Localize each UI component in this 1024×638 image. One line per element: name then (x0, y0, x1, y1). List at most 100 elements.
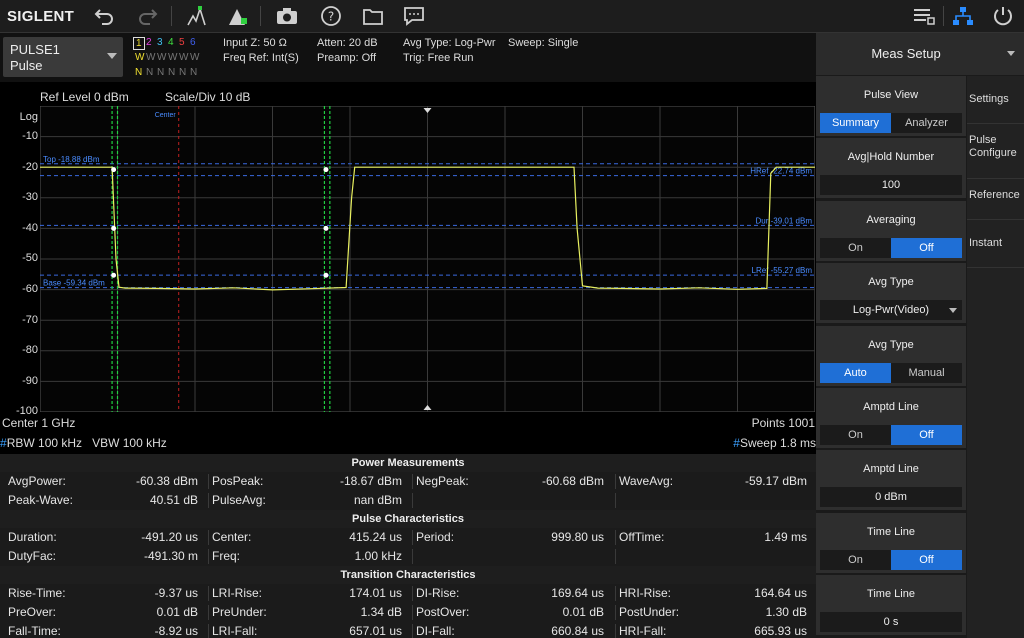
setting-averaging: Averaging On Off (816, 200, 966, 261)
peak-marker-icon[interactable] (185, 5, 209, 27)
value-field[interactable]: 0 dBm (820, 487, 962, 508)
redo-icon[interactable] (135, 5, 159, 27)
power-header: Power Measurements (0, 454, 816, 472)
preamp: Preamp: Off (317, 52, 377, 64)
meas-value: 0.01 dB (156, 605, 198, 619)
tab-settings[interactable]: Settings (967, 93, 1024, 106)
sweep-time[interactable]: #Sweep 1.8 ms (733, 436, 816, 450)
power-icon[interactable] (991, 5, 1015, 27)
lref-ref-label: LRef -55.27 dBm (752, 266, 813, 275)
measurement-table: Power Measurements AvgPower: -60.38 dBm Pos… (0, 454, 816, 638)
trace-number[interactable]: 3 (157, 37, 163, 48)
trace-detector: N (135, 67, 143, 78)
trace-number[interactable]: 1 (133, 37, 145, 50)
trace-mode: W (168, 52, 178, 63)
info-bar: PULSE1 Pulse 1WN2WN3WN4WN5WN6WN Input Z:… (0, 33, 816, 82)
option-auto[interactable]: Auto (820, 362, 891, 383)
option-on[interactable]: On (820, 550, 891, 570)
measurement-point (111, 167, 117, 173)
ref-level: Ref Level 0 dBm (40, 90, 129, 104)
setting-title: Avg Type (868, 338, 914, 351)
y-tick-label: -40 (22, 221, 38, 234)
power-row: AvgPower: -60.38 dBm PosPeak: -18.67 dBm Neg… (0, 472, 816, 491)
vbw-value: VBW 100 kHz (92, 436, 167, 450)
setting-avg-type: Avg Type Auto Manual (816, 325, 966, 386)
trace-number[interactable]: 4 (168, 37, 174, 48)
segmented-toggle[interactable]: On Off (820, 549, 962, 570)
y-tick-label: -70 (22, 313, 38, 326)
folder-icon[interactable] (361, 5, 385, 27)
meas-value: 174.01 us (349, 586, 402, 600)
spectrum-plot[interactable]: Top -18.88 dBm HRef -22.74 dBm Dur -39.01 … (40, 106, 815, 412)
trace-detector: N (179, 67, 187, 78)
measurement-point (111, 225, 117, 231)
option-on[interactable]: On (820, 425, 891, 445)
meas-setup-tabs: Settings Pulse Configure Reference Instant (967, 76, 1024, 638)
meas-value: -9.37 us (154, 586, 198, 600)
trace-number[interactable]: 2 (146, 37, 152, 48)
option-off[interactable]: Off (891, 237, 962, 258)
tab-pulse-configure[interactable]: Pulse Configure (967, 134, 1024, 160)
setting-avg-type: Avg Type Log-Pwr(Video) (816, 263, 966, 324)
meas-value: -8.92 us (154, 624, 198, 638)
setting-pulse-view: Pulse View Summary Analyzer (816, 76, 966, 136)
message-icon[interactable] (402, 5, 426, 27)
center-frequency: Center 1 GHz (2, 416, 76, 430)
option-manual[interactable]: Manual (891, 363, 962, 383)
tab-reference[interactable]: Reference (967, 189, 1024, 202)
segmented-toggle[interactable]: Summary Analyzer (820, 113, 962, 133)
camera-icon[interactable] (275, 5, 299, 27)
network-icon[interactable] (951, 5, 975, 27)
measurement-point (111, 272, 117, 278)
meas-value: 0.01 dB (562, 605, 604, 619)
meas-value: 1.30 dB (765, 605, 807, 619)
meas-setup-header[interactable]: Meas Setup (816, 33, 1024, 75)
option-off[interactable]: Off (891, 425, 962, 445)
y-tick-label: -90 (22, 374, 38, 387)
segmented-toggle[interactable]: On Off (820, 237, 962, 258)
column-divider (208, 493, 209, 508)
menu-list-icon[interactable] (912, 5, 936, 27)
center-marker-label: Center (155, 112, 177, 119)
trace-selector[interactable]: PULSE1 Pulse (3, 37, 123, 77)
column-divider (412, 474, 413, 489)
avg-type-status: Avg Type: Log-Pwr (403, 37, 496, 49)
y-tick-label: -80 (22, 344, 38, 357)
value-field[interactable]: 100 (820, 175, 962, 196)
column-divider (208, 474, 209, 489)
sweep-status: Sweep: Single (508, 37, 579, 49)
y-tick-label: -50 (22, 252, 38, 265)
tab-instant[interactable]: Instant (967, 237, 1024, 250)
marker-icon[interactable] (225, 5, 249, 27)
dropdown-select[interactable]: Log-Pwr(Video) (820, 300, 962, 321)
rbw-value: RBW 100 kHz (6, 436, 83, 450)
column-divider (615, 493, 616, 508)
trace-mode: W (179, 52, 189, 63)
meas-value: 660.84 us (551, 624, 604, 638)
value-field[interactable]: 0 s (820, 612, 962, 633)
meas-value: 1.49 ms (764, 530, 807, 544)
column-divider (412, 586, 413, 601)
trace-number[interactable]: 5 (179, 37, 185, 48)
segmented-toggle[interactable]: On Off (820, 425, 962, 445)
column-divider (615, 605, 616, 620)
rbw-vbw[interactable]: #RBW 100 kHz VBW 100 kHz (0, 436, 167, 450)
setting-title: Time Line (867, 525, 915, 538)
attenuation: Atten: 20 dB (317, 37, 378, 49)
trace-number[interactable]: 6 (190, 37, 196, 48)
href-ref-label: HRef -22.74 dBm (750, 167, 812, 176)
option-summary[interactable]: Summary (820, 113, 891, 133)
toolbar-divider (171, 6, 172, 26)
option-off[interactable]: Off (891, 549, 962, 570)
option-on[interactable]: On (820, 238, 891, 258)
transition-header: Transition Characteristics (0, 566, 816, 584)
column-divider (208, 624, 209, 638)
sweep-time-value: Sweep 1.8 ms (739, 436, 816, 450)
segmented-toggle[interactable]: Auto Manual (820, 362, 962, 383)
measurement-point (323, 225, 329, 231)
option-analyzer[interactable]: Analyzer (891, 113, 962, 133)
setting-title: Amptd Line (863, 463, 919, 476)
undo-icon[interactable] (93, 5, 117, 27)
help-icon[interactable]: ? (319, 5, 343, 27)
tab-divider (967, 178, 1024, 179)
